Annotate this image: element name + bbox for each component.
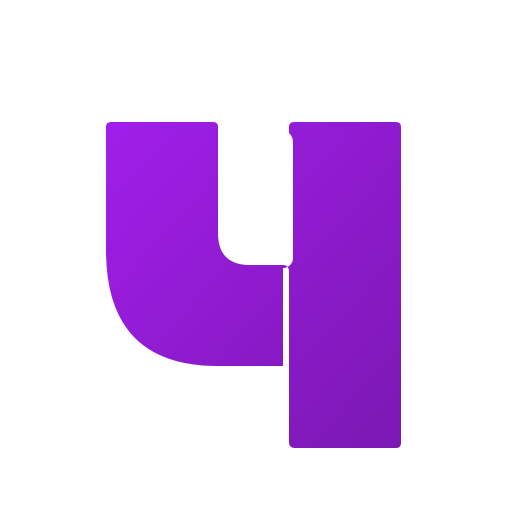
letter-che-shape	[106, 122, 401, 448]
letter-che-logo-icon	[106, 122, 401, 448]
logo-canvas	[0, 0, 512, 512]
